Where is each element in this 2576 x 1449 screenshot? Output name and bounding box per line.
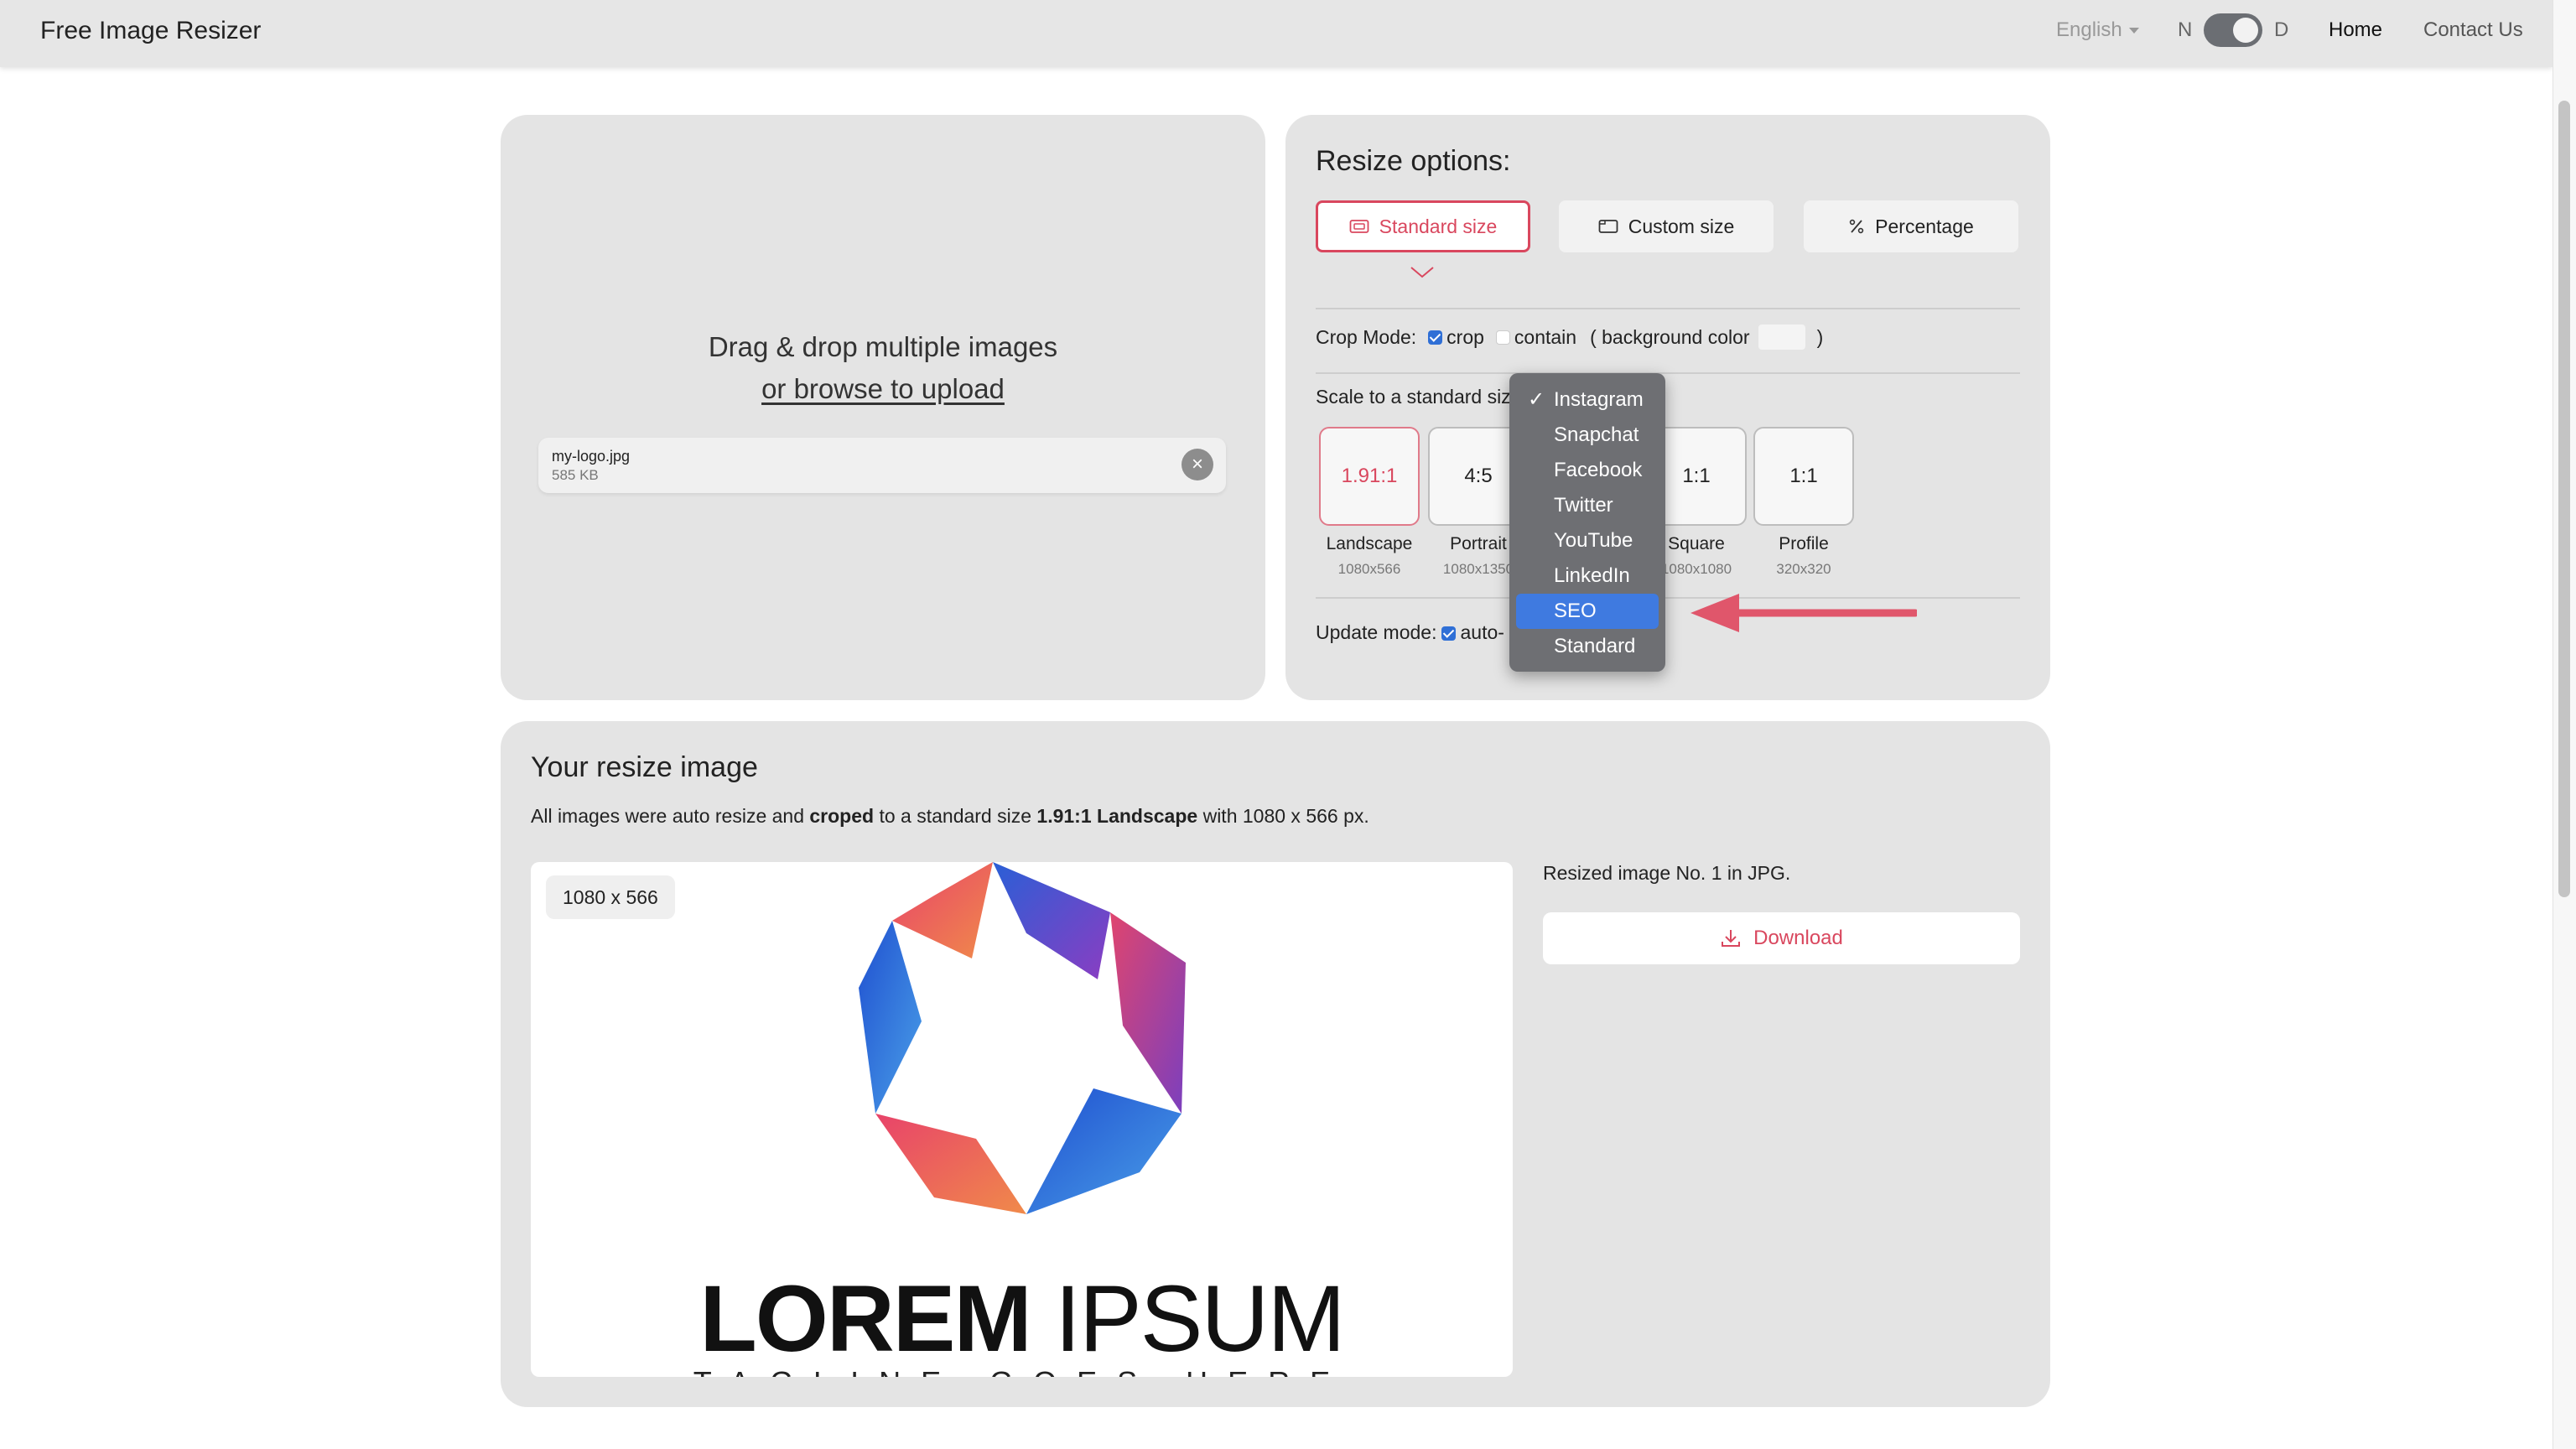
dimension-badge: 1080 x 566	[546, 875, 675, 919]
size-dim-profile: 320x320	[1776, 561, 1831, 577]
desc-part1: All images were auto resize and	[531, 805, 810, 827]
dropdown-item-instagram[interactable]: Instagram	[1516, 382, 1659, 418]
download-button[interactable]: Download	[1543, 912, 2020, 964]
tab-percentage[interactable]: Percentage	[1804, 200, 2018, 252]
scale-standard-label: Scale to a standard siz	[1316, 386, 1511, 408]
nav-contact-link[interactable]: Contact Us	[2423, 18, 2523, 42]
result-description: All images were auto resize and croped t…	[531, 805, 1369, 828]
language-dropdown[interactable]: English	[2056, 18, 2139, 42]
resize-options-panel: Resize options: Standard size Custom siz…	[1285, 115, 2050, 700]
logo-wordmark: LOREM IPSUM	[531, 1265, 1513, 1373]
update-mode-row: Update mode: auto-	[1316, 621, 1504, 644]
size-label-profile: Profile	[1779, 534, 1829, 553]
desc-part2: to a standard size	[874, 805, 1037, 827]
mode-label-n: N	[2178, 18, 2193, 41]
mode-label-d: D	[2274, 18, 2289, 41]
file-size: 585 KB	[552, 467, 599, 483]
background-color-close: )	[1816, 325, 1824, 348]
night-mode-toggle[interactable]	[2204, 13, 2262, 47]
tab-custom-size-label: Custom size	[1628, 215, 1735, 237]
toggle-knob	[2233, 18, 2258, 43]
upload-dropzone[interactable]: Drag & drop multiple images or browse to…	[501, 115, 1265, 700]
custom-size-icon	[1598, 220, 1618, 233]
contain-option-label: contain	[1514, 325, 1577, 348]
desc-part3: with 1080 x 566 px.	[1197, 805, 1369, 827]
uploaded-file-item: my-logo.jpg 585 KB ×	[538, 438, 1226, 493]
logo-image	[859, 862, 1186, 1214]
logo-word-bold: LOREM	[699, 1266, 1031, 1371]
brand-title[interactable]: Free Image Resizer	[40, 17, 261, 45]
navbar: Free Image Resizer English N D Home Cont…	[0, 0, 2553, 67]
pointer-arrow-icon	[1690, 594, 1917, 632]
logo-word-light: IPSUM	[1054, 1266, 1346, 1371]
chevron-down-icon	[1410, 267, 1434, 278]
standard-size-icon	[1349, 220, 1369, 233]
caret-down-icon	[2128, 28, 2139, 34]
resize-options-title: Resize options:	[1316, 145, 1511, 177]
dropdown-item-linkedin[interactable]: LinkedIn	[1516, 558, 1659, 594]
scrollbar-thumb[interactable]	[2558, 101, 2570, 897]
resized-image-preview: 1080 x 566 LOREM IPSUM TAGLINE GOES HERE	[531, 862, 1513, 1377]
result-title: Your resize image	[531, 751, 758, 783]
dropdown-item-twitter[interactable]: Twitter	[1516, 488, 1659, 523]
tab-percentage-label: Percentage	[1875, 215, 1974, 237]
dropdown-item-seo[interactable]: SEO	[1516, 594, 1659, 629]
size-card-landscape[interactable]: 1.91:1	[1319, 427, 1420, 526]
desc-bold1: croped	[809, 805, 875, 827]
download-label: Download	[1753, 927, 1843, 949]
crop-mode-row: Crop Mode: crop contain ( background col…	[1316, 325, 1823, 350]
divider	[1316, 372, 2020, 374]
desc-bold2: 1.91:1 Landscape	[1036, 805, 1198, 827]
background-color-picker[interactable]	[1758, 325, 1805, 350]
language-label: English	[2056, 18, 2122, 41]
resized-image-info: Resized image No. 1 in JPG.	[1543, 862, 1791, 884]
standard-size-dropdown-menu[interactable]: Instagram Snapchat Facebook Twitter YouT…	[1509, 373, 1665, 672]
dropdown-item-youtube[interactable]: YouTube	[1516, 523, 1659, 558]
resize-result-panel: Your resize image All images were auto r…	[501, 721, 2050, 1407]
crop-checkbox[interactable]	[1428, 330, 1443, 345]
tab-standard-size[interactable]: Standard size	[1316, 200, 1530, 252]
logo-tagline: TAGLINE GOES HERE	[531, 1365, 1513, 1377]
size-card-profile[interactable]: 1:1	[1753, 427, 1854, 526]
crop-option-label: crop	[1446, 325, 1484, 348]
background-color-label: ( background color	[1590, 325, 1750, 348]
dropdown-item-facebook[interactable]: Facebook	[1516, 453, 1659, 488]
crop-mode-label: Crop Mode:	[1316, 325, 1417, 348]
divider	[1316, 308, 2020, 309]
remove-file-button[interactable]: ×	[1182, 449, 1213, 480]
contain-checkbox[interactable]	[1495, 330, 1510, 345]
file-name: my-logo.jpg	[552, 448, 631, 465]
nav-home-link[interactable]: Home	[2329, 18, 2382, 42]
tab-standard-size-label: Standard size	[1379, 215, 1498, 237]
dropdown-item-standard[interactable]: Standard	[1516, 629, 1659, 664]
browse-upload-link[interactable]: or browse to upload	[501, 373, 1265, 405]
dropdown-item-snapchat[interactable]: Snapchat	[1516, 418, 1659, 453]
update-mode-label: Update mode:	[1316, 621, 1437, 643]
update-mode-value: auto-	[1460, 621, 1504, 643]
update-mode-checkbox[interactable]	[1441, 626, 1457, 641]
download-icon	[1722, 930, 1741, 947]
dropzone-instructions: Drag & drop multiple images	[708, 331, 1058, 362]
tab-custom-size[interactable]: Custom size	[1559, 200, 1774, 252]
percent-icon	[1849, 219, 1864, 234]
